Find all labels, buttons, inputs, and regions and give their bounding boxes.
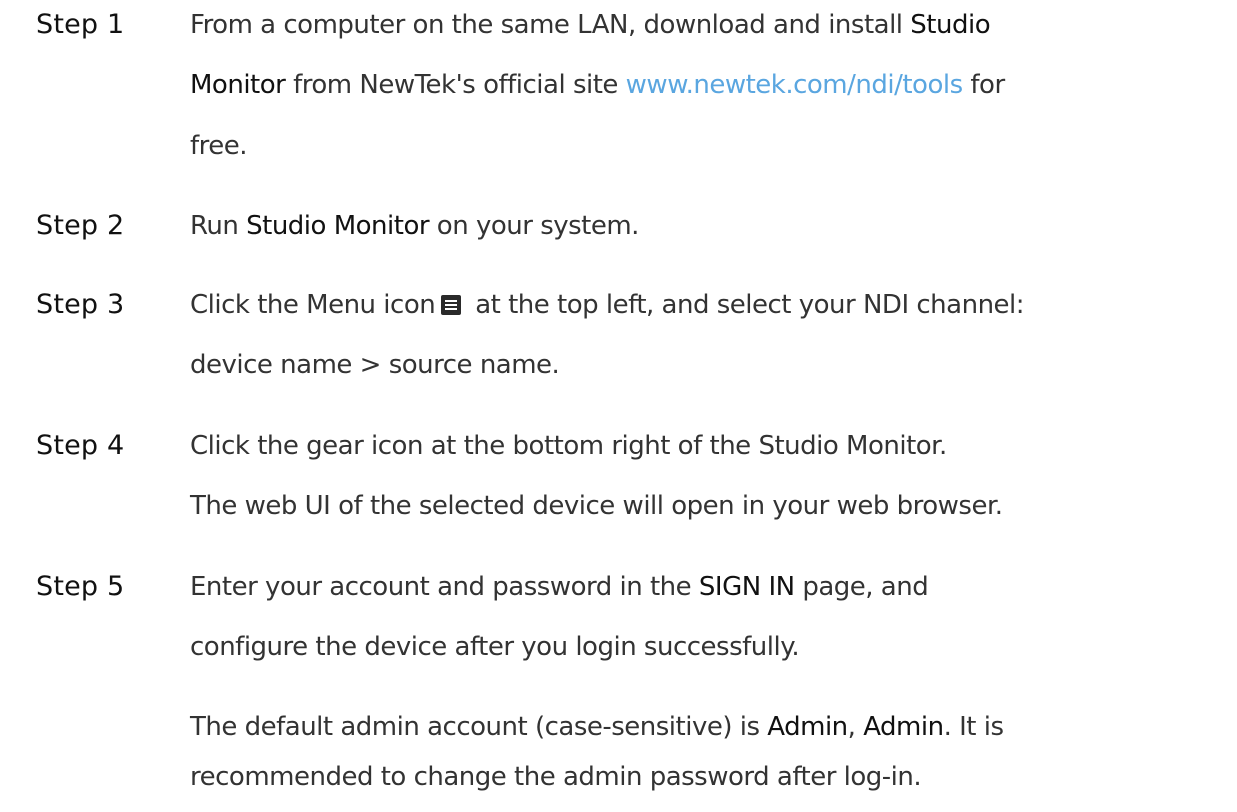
- step-2-line-1: Run Studio Monitor on your system.: [190, 211, 639, 241]
- newtek-tools-link[interactable]: www.newtek.com/ndi/tools: [626, 70, 963, 100]
- step-1-text: for: [962, 70, 1005, 100]
- step-5-text: Enter your account and password in the: [190, 572, 699, 602]
- step-5-emphasis: Admin: [863, 712, 944, 742]
- step-3-line-1: Click the Menu icon at the top left, and …: [190, 290, 1025, 320]
- step-1-emphasis: Studio: [910, 10, 991, 40]
- step-5-label: Step 5: [36, 571, 125, 602]
- step-3-line-2: device name > source name.: [190, 350, 560, 380]
- step-4-label: Step 4: [36, 430, 125, 461]
- step-1-line-2: Monitor from NewTek's official site www.…: [190, 70, 1005, 100]
- step-5-line-3: The default admin account (case-sensitiv…: [190, 712, 1004, 742]
- step-5-line-2: configure the device after you login suc…: [190, 632, 800, 662]
- step-5-text: ,: [847, 712, 864, 742]
- menu-icon: [441, 295, 462, 315]
- step-4-line-2: The web UI of the selected device will o…: [190, 491, 1003, 521]
- step-2-emphasis: Studio Monitor: [246, 211, 430, 241]
- step-3-text: at the top left, and select your NDI cha…: [475, 290, 1025, 320]
- step-5-text: page, and: [794, 572, 929, 602]
- step-1-text: from NewTek's official site: [285, 70, 626, 100]
- step-5-line-1: Enter your account and password in the S…: [190, 572, 929, 602]
- step-5-text: The default admin account (case-sensitiv…: [190, 712, 768, 742]
- step-2-text: on your system.: [429, 211, 640, 241]
- step-5-emphasis: SIGN IN: [698, 572, 795, 602]
- step-2-text: Run: [190, 211, 247, 241]
- step-1-label: Step 1: [36, 9, 125, 40]
- step-1-line-3: free.: [190, 131, 248, 161]
- step-3-text: Click the Menu icon: [190, 290, 436, 320]
- step-1-text: From a computer on the same LAN, downloa…: [190, 10, 911, 40]
- step-2-label: Step 2: [36, 210, 125, 241]
- step-1-line-1: From a computer on the same LAN, downloa…: [190, 10, 991, 40]
- step-5-emphasis: Admin: [767, 712, 848, 742]
- step-1-emphasis: Monitor: [190, 70, 286, 100]
- step-4-line-1: Click the gear icon at the bottom right …: [190, 431, 947, 461]
- step-5-text: . It is: [943, 712, 1004, 742]
- step-3-label: Step 3: [36, 289, 125, 320]
- document-page: Step 1 From a computer on the same LAN, …: [0, 0, 1237, 812]
- step-5-line-4: recommended to change the admin password…: [190, 762, 922, 792]
